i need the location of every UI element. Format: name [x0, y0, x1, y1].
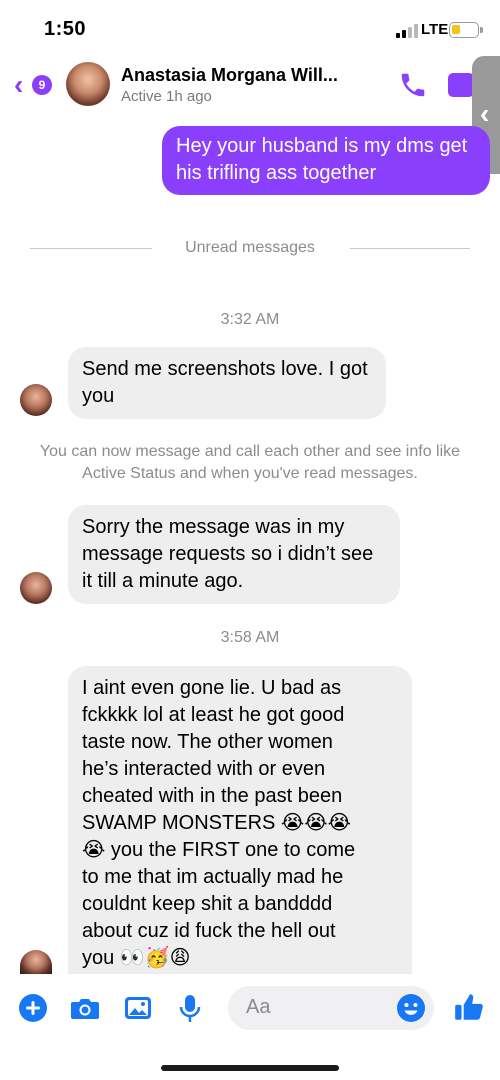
contact-avatar[interactable]: [66, 62, 110, 106]
home-indicator[interactable]: [161, 1065, 339, 1071]
video-call-button[interactable]: [448, 73, 474, 97]
system-notice: You can now message and call each other …: [39, 443, 461, 482]
emoji-icon: [397, 994, 425, 1022]
message-input-placeholder: Aa: [246, 996, 271, 1018]
like-button[interactable]: [452, 990, 484, 1022]
plus-icon: [19, 994, 47, 1022]
message-line: 😭 you the FIRST one to come: [82, 839, 356, 861]
status-time: 1:50: [44, 18, 87, 40]
sender-avatar[interactable]: [20, 572, 52, 604]
emoji-button[interactable]: [395, 992, 427, 1024]
microphone-icon: [179, 995, 201, 1022]
image-icon: [125, 997, 151, 1019]
camera-button[interactable]: [69, 992, 101, 1024]
message-composer: Aa: [0, 974, 500, 1080]
incoming-message[interactable]: Send me screenshots love. I got you: [68, 347, 386, 419]
unread-count-badge: 9: [32, 75, 52, 95]
chevron-left-icon: ‹: [14, 69, 24, 100]
gallery-button[interactable]: [122, 992, 154, 1024]
message-line: he’s interacted with or even: [82, 758, 326, 780]
sender-avatar[interactable]: [20, 950, 52, 974]
signal-icon: [396, 24, 418, 38]
phone-button[interactable]: [398, 70, 428, 100]
timestamp: 3:32 AM: [220, 311, 280, 328]
message-line: to me that im actually mad he: [82, 866, 344, 888]
chevron-left-icon: ‹: [480, 98, 490, 129]
unread-divider: Unread messages: [30, 238, 470, 260]
message-line: fckkkk lol at least he got good: [82, 704, 345, 726]
status-bar: 1:50 LTE: [0, 0, 500, 56]
message-line: about cuz id fuck the hell out: [82, 920, 336, 942]
timestamp: 3:58 AM: [220, 629, 280, 646]
message-line: I aint even gone lie. U bad as: [82, 677, 342, 699]
phone-icon: [401, 73, 425, 97]
network-label: LTE: [421, 21, 449, 38]
incoming-message[interactable]: Sorry the message was in my message requ…: [68, 505, 400, 604]
battery-icon: [449, 22, 483, 38]
message-line: couldnt keep shit a bandddd: [82, 893, 333, 915]
camera-icon: [71, 999, 99, 1019]
message-line: cheated with in the past been: [82, 785, 343, 807]
back-button[interactable]: ‹ 9: [14, 70, 56, 100]
message-line: taste now. The other women: [82, 731, 333, 753]
unread-divider-label: Unread messages: [185, 239, 315, 256]
thumbs-up-icon: [455, 994, 483, 1020]
contact-status: Active 1h ago: [121, 88, 212, 105]
message-line: SWAMP MONSTERS 😭😭😭: [82, 812, 352, 834]
outgoing-message[interactable]: Hey your husband is my dms get his trifl…: [162, 126, 490, 195]
message-line: you 👀🥳😩: [82, 947, 191, 969]
plus-button[interactable]: [17, 992, 49, 1024]
incoming-message[interactable]: I aint even gone lie. U bad as fckkkk lo…: [68, 666, 412, 974]
conversation-header: ‹ 9 Anastasia Morgana Will... Active 1h …: [0, 56, 500, 114]
sender-avatar[interactable]: [20, 384, 52, 416]
voice-button[interactable]: [174, 992, 206, 1024]
contact-name[interactable]: Anastasia Morgana Will...: [121, 65, 338, 86]
